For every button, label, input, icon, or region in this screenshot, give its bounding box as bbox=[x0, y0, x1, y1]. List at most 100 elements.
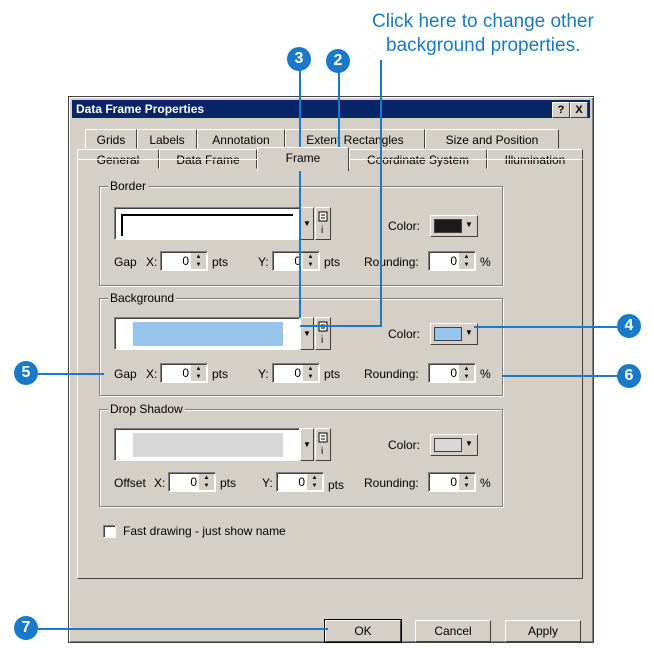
background-symbol-properties-button[interactable]: i bbox=[315, 317, 331, 350]
spin-arrows-icon[interactable]: ▲ ▼ bbox=[307, 474, 322, 490]
shadow-color-swatch bbox=[434, 438, 462, 452]
spin-arrows-icon[interactable]: ▲ ▼ bbox=[199, 474, 214, 490]
chevron-down-icon: ▼ bbox=[465, 328, 473, 337]
border-x-stepper[interactable]: 0 ▲ ▼ bbox=[160, 251, 208, 271]
background-gap-label: Gap bbox=[114, 367, 137, 381]
background-x-stepper[interactable]: 0 ▲ ▼ bbox=[160, 363, 208, 383]
spin-arrows-icon[interactable]: ▲ ▼ bbox=[303, 365, 318, 381]
svg-text:i: i bbox=[321, 335, 323, 346]
shadow-x-label: X: bbox=[154, 476, 166, 490]
background-rounding-unit: % bbox=[480, 367, 491, 381]
border-symbol-preview[interactable] bbox=[114, 207, 300, 240]
fast-drawing-checkbox[interactable] bbox=[103, 525, 116, 538]
border-legend: Border bbox=[108, 179, 149, 193]
shadow-y-unit: pts bbox=[328, 478, 345, 492]
shadow-x-unit: pts bbox=[220, 476, 237, 490]
background-dropdown-arrow[interactable]: ▼ bbox=[300, 317, 314, 350]
properties-icon: i bbox=[318, 211, 328, 236]
shadow-dropdown-arrow[interactable]: ▼ bbox=[300, 428, 314, 461]
shadow-fill-preview bbox=[133, 433, 283, 457]
border-gap-label: Gap bbox=[114, 255, 137, 269]
title-bar: Data Frame Properties ? X bbox=[72, 100, 590, 118]
spin-arrows-icon[interactable]: ▲ ▼ bbox=[303, 253, 318, 269]
svg-text:i: i bbox=[321, 225, 323, 236]
step-4-badge: 4 bbox=[617, 314, 641, 338]
shadow-symbol-properties-button[interactable]: i bbox=[315, 428, 331, 461]
spin-arrows-icon[interactable]: ▲ ▼ bbox=[459, 253, 474, 269]
step-6-badge: 6 bbox=[617, 364, 641, 388]
tab-extent-rectangles[interactable]: Extent Rectangles bbox=[285, 129, 425, 149]
border-x-unit: pts bbox=[212, 255, 229, 269]
spin-arrows-icon[interactable]: ▲ ▼ bbox=[191, 253, 206, 269]
step-5-badge: 5 bbox=[14, 361, 38, 385]
background-x-label: X: bbox=[146, 367, 158, 381]
border-y-stepper[interactable]: 0 ▲ ▼ bbox=[272, 251, 320, 271]
border-group: Border ▼ i Color: ▼ Gap X: 0 ▲ ▼ pts Y: 0… bbox=[99, 179, 503, 286]
chevron-down-icon: ▼ bbox=[465, 439, 473, 448]
border-rounding-stepper[interactable]: 0 ▲ ▼ bbox=[428, 251, 476, 271]
border-color-swatch bbox=[434, 219, 462, 233]
border-rounding-unit: % bbox=[480, 255, 491, 269]
chevron-down-icon: ▼ bbox=[465, 220, 473, 229]
background-y-unit: pts bbox=[324, 367, 341, 381]
spin-arrows-icon[interactable]: ▲ ▼ bbox=[459, 365, 474, 381]
border-color-label: Color: bbox=[388, 219, 421, 233]
data-frame-properties-dialog: Data Frame Properties ? X Grids Labels A… bbox=[68, 96, 594, 643]
background-x-unit: pts bbox=[212, 367, 229, 381]
border-y-unit: pts bbox=[324, 255, 341, 269]
background-color-swatch bbox=[434, 327, 462, 341]
close-button[interactable]: X bbox=[570, 102, 588, 118]
badge-3-line bbox=[299, 70, 301, 318]
shadow-y-stepper[interactable]: 0 ▲ ▼ bbox=[276, 472, 324, 492]
shadow-y-label: Y: bbox=[262, 476, 273, 490]
apply-button[interactable]: Apply bbox=[505, 620, 581, 642]
step-3-badge: 3 bbox=[287, 47, 311, 71]
border-symbol-properties-button[interactable]: i bbox=[315, 207, 331, 240]
border-color-button[interactable]: ▼ bbox=[430, 215, 478, 237]
background-symbol-preview[interactable] bbox=[114, 317, 300, 350]
tab-labels[interactable]: Labels bbox=[137, 129, 197, 149]
svg-text:i: i bbox=[321, 446, 323, 457]
callout-line-vertical bbox=[380, 60, 382, 326]
badge-2-line bbox=[338, 72, 340, 148]
background-rounding-label: Rounding: bbox=[364, 367, 419, 381]
background-rounding-stepper[interactable]: 0 ▲ ▼ bbox=[428, 363, 476, 383]
shadow-symbol-preview[interactable] bbox=[114, 428, 300, 461]
background-fill-preview bbox=[133, 322, 283, 346]
step-2-badge: 2 bbox=[326, 49, 350, 73]
shadow-color-button[interactable]: ▼ bbox=[430, 434, 478, 456]
shadow-rounding-label: Rounding: bbox=[364, 476, 419, 490]
tab-annotation[interactable]: Annotation bbox=[197, 129, 285, 149]
step-7-badge: 7 bbox=[14, 616, 38, 640]
dialog-title: Data Frame Properties bbox=[76, 102, 205, 116]
ok-button[interactable]: OK bbox=[324, 619, 402, 643]
border-x-label: X: bbox=[146, 255, 158, 269]
help-button[interactable]: ? bbox=[552, 102, 570, 118]
badge-4-line bbox=[474, 326, 618, 328]
background-y-stepper[interactable]: 0 ▲ ▼ bbox=[272, 363, 320, 383]
callout-line-horizontal bbox=[300, 325, 382, 327]
cancel-button[interactable]: Cancel bbox=[415, 620, 491, 642]
background-legend: Background bbox=[108, 291, 177, 305]
background-color-button[interactable]: ▼ bbox=[430, 323, 478, 345]
border-y-label: Y: bbox=[258, 255, 269, 269]
shadow-offset-label: Offset bbox=[114, 476, 146, 490]
callout-line-2: background properties. bbox=[386, 35, 581, 56]
border-rounding-label: Rounding: bbox=[364, 255, 419, 269]
tab-frame[interactable]: Frame bbox=[257, 147, 349, 171]
background-group: Background ▼ i Color: ▼ Gap X: 0 ▲ ▼ pts … bbox=[99, 291, 503, 396]
badge-5-line bbox=[38, 373, 104, 375]
callout-line-1: Click here to change other bbox=[372, 11, 594, 32]
spin-arrows-icon[interactable]: ▲ ▼ bbox=[191, 365, 206, 381]
border-dropdown-arrow[interactable]: ▼ bbox=[300, 207, 314, 240]
tab-grids[interactable]: Grids bbox=[85, 129, 137, 149]
shadow-rounding-stepper[interactable]: 0 ▲ ▼ bbox=[428, 472, 476, 492]
badge-6-line bbox=[502, 375, 618, 377]
badge-7-line bbox=[38, 628, 328, 630]
shadow-x-stepper[interactable]: 0 ▲ ▼ bbox=[168, 472, 216, 492]
spin-arrows-icon[interactable]: ▲ ▼ bbox=[459, 474, 474, 490]
background-y-label: Y: bbox=[258, 367, 269, 381]
background-color-label: Color: bbox=[388, 327, 421, 341]
shadow-legend: Drop Shadow bbox=[108, 402, 185, 416]
tab-size-and-position[interactable]: Size and Position bbox=[425, 129, 559, 149]
